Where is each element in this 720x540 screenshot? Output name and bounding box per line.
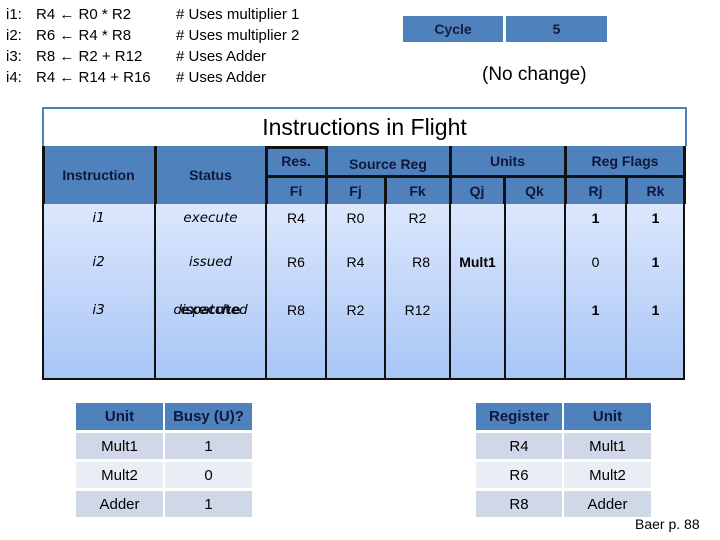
- cell-unit: Adder: [76, 491, 163, 517]
- cell-rj: 0: [591, 254, 600, 270]
- cell-register: R8: [476, 491, 562, 517]
- cell-unit: Adder: [564, 491, 651, 517]
- header-right-border: [683, 146, 686, 204]
- header-unit: Unit: [564, 403, 651, 430]
- header-reg-flags: Reg Flags: [565, 146, 685, 176]
- instruction-label: i1:: [6, 6, 22, 23]
- header-divider-v: [564, 146, 567, 204]
- cycle-label: Cycle: [403, 16, 503, 42]
- table-body: [42, 204, 685, 380]
- header-divider-v: [449, 146, 452, 204]
- cycle-value: 5: [506, 16, 607, 42]
- header-divider: [266, 175, 685, 178]
- header-qj: Qj: [450, 177, 504, 204]
- cell-busy: 1: [165, 491, 252, 517]
- instruction-comment: # Uses Adder: [176, 69, 267, 86]
- cell-instruction: i3: [92, 302, 105, 318]
- cell-unit: Mult2: [76, 462, 163, 488]
- header-rj: Rj: [565, 177, 626, 204]
- header-fk: Fk: [385, 177, 450, 204]
- cell-register: R6: [476, 462, 562, 488]
- cell-fi: R6: [287, 254, 305, 270]
- cell-status: execute: [183, 210, 238, 226]
- instruction-code: R6 ← R4 * R8: [36, 27, 132, 44]
- cell-fj: R4: [346, 254, 365, 270]
- instruction-line: i3: R8 ← R2 + R12 # Uses Adder: [6, 47, 266, 67]
- instruction-code: R4 ← R14 + R16: [36, 69, 151, 86]
- header-divider-v: [265, 146, 268, 204]
- footnote: Baer p. 88: [635, 516, 700, 532]
- cell-register: R4: [476, 433, 562, 459]
- cell-busy: 0: [165, 462, 252, 488]
- table-title: Instructions in Flight: [42, 107, 687, 146]
- header-qk: Qk: [504, 177, 565, 204]
- cell-unit: Mult2: [564, 462, 651, 488]
- cell-fj: R2: [346, 302, 365, 318]
- header-rk: Rk: [626, 177, 685, 204]
- cell-qj: Mult1: [459, 254, 496, 270]
- cell-fi: R4: [287, 210, 305, 226]
- header-status: Status: [155, 146, 266, 204]
- cell-status: issued: [188, 254, 233, 270]
- instruction-comment: # Uses Adder: [176, 48, 267, 65]
- header-divider-v: [503, 176, 506, 204]
- cell-instruction: i2: [92, 254, 105, 270]
- change-note: (No change): [482, 64, 587, 85]
- header-register: Register: [476, 403, 562, 430]
- instruction-label: i4:: [6, 69, 22, 86]
- header-unit: Unit: [76, 403, 163, 430]
- header-fi: Fi: [266, 177, 326, 204]
- cell-rj: 1: [591, 210, 600, 226]
- instruction-line: i4: R4 ← R14 + R16 # Uses Adder: [6, 68, 266, 88]
- cell-instruction: i1: [92, 210, 105, 226]
- cell-rk: 1: [651, 210, 660, 226]
- cell-fk: R12: [404, 302, 431, 318]
- cell-rk: 1: [651, 254, 660, 270]
- column-divider: [154, 204, 156, 380]
- instruction-line: i2: R6 ← R4 * R8 # Uses multiplier 2: [6, 26, 299, 46]
- instruction-label: i2:: [6, 27, 22, 44]
- column-divider: [564, 204, 566, 380]
- header-divider-v: [384, 176, 387, 204]
- cell-unit: Mult1: [76, 433, 163, 459]
- header-divider-v: [625, 176, 628, 204]
- instruction-line: i1: R4 ← R0 * R2 # Uses multiplier 1: [6, 5, 299, 25]
- cell-busy: 1: [165, 433, 252, 459]
- cell-status-overlay: execute: [180, 302, 241, 318]
- instruction-code: R4 ← R0 * R2: [36, 6, 132, 23]
- instruction-comment: # Uses multiplier 2: [176, 27, 300, 44]
- header-instruction: Instruction: [42, 146, 155, 204]
- cell-unit: Mult1: [564, 433, 651, 459]
- header-fj: Fj: [326, 177, 385, 204]
- column-divider: [384, 204, 386, 380]
- header-left-border: [42, 146, 45, 204]
- cell-fj: R0: [346, 210, 365, 226]
- instruction-comment: # Uses multiplier 1: [176, 6, 300, 23]
- cell-rk: 1: [651, 302, 660, 318]
- cell-rj: 1: [591, 302, 600, 318]
- header-divider-v: [325, 146, 328, 204]
- column-divider: [325, 204, 327, 380]
- instruction-label: i3:: [6, 48, 22, 65]
- cell-fk: R2: [408, 210, 427, 226]
- instruction-code: R8 ← R2 + R12: [36, 48, 143, 65]
- header-res: Res.: [266, 146, 326, 176]
- column-divider: [449, 204, 451, 380]
- column-divider: [504, 204, 506, 380]
- column-divider: [265, 204, 267, 380]
- cell-fk: R8: [412, 254, 430, 270]
- res-top-border: [266, 146, 328, 149]
- header-units: Units: [450, 146, 565, 176]
- column-divider: [625, 204, 627, 380]
- cell-fi: R8: [287, 302, 305, 318]
- instructions-in-flight-table: Instructions in Flight Instruction Statu…: [42, 107, 687, 380]
- header-divider-v: [154, 146, 157, 204]
- header-busy: Busy (U)?: [165, 403, 252, 430]
